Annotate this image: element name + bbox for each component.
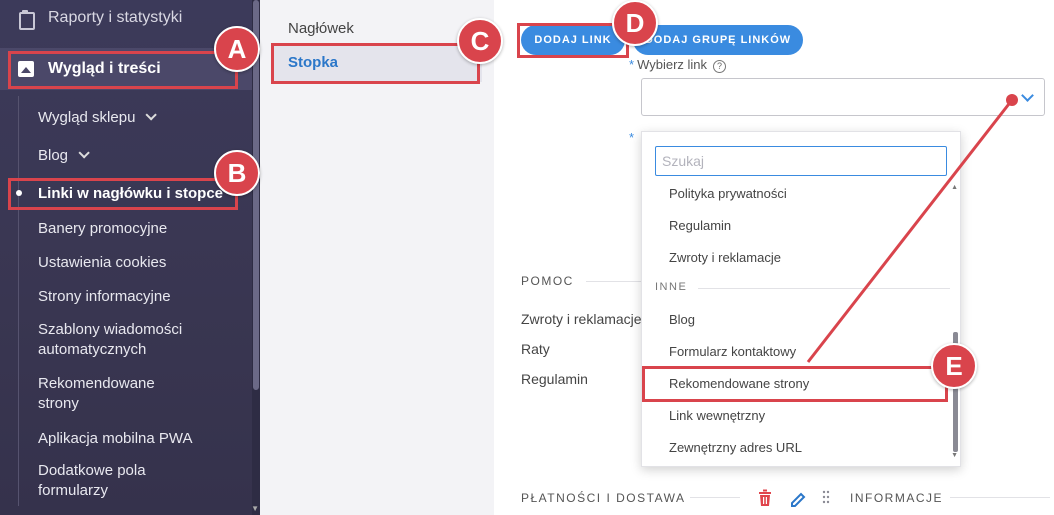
annotation-badge-e: E — [931, 343, 977, 389]
annotation-badge-b: B — [214, 150, 260, 196]
annotation-badge-a: A — [214, 26, 260, 72]
annotation-badge-d: D — [612, 0, 658, 46]
annotation-pointer-line — [806, 94, 1018, 363]
annotation-badge-c: C — [457, 18, 503, 64]
